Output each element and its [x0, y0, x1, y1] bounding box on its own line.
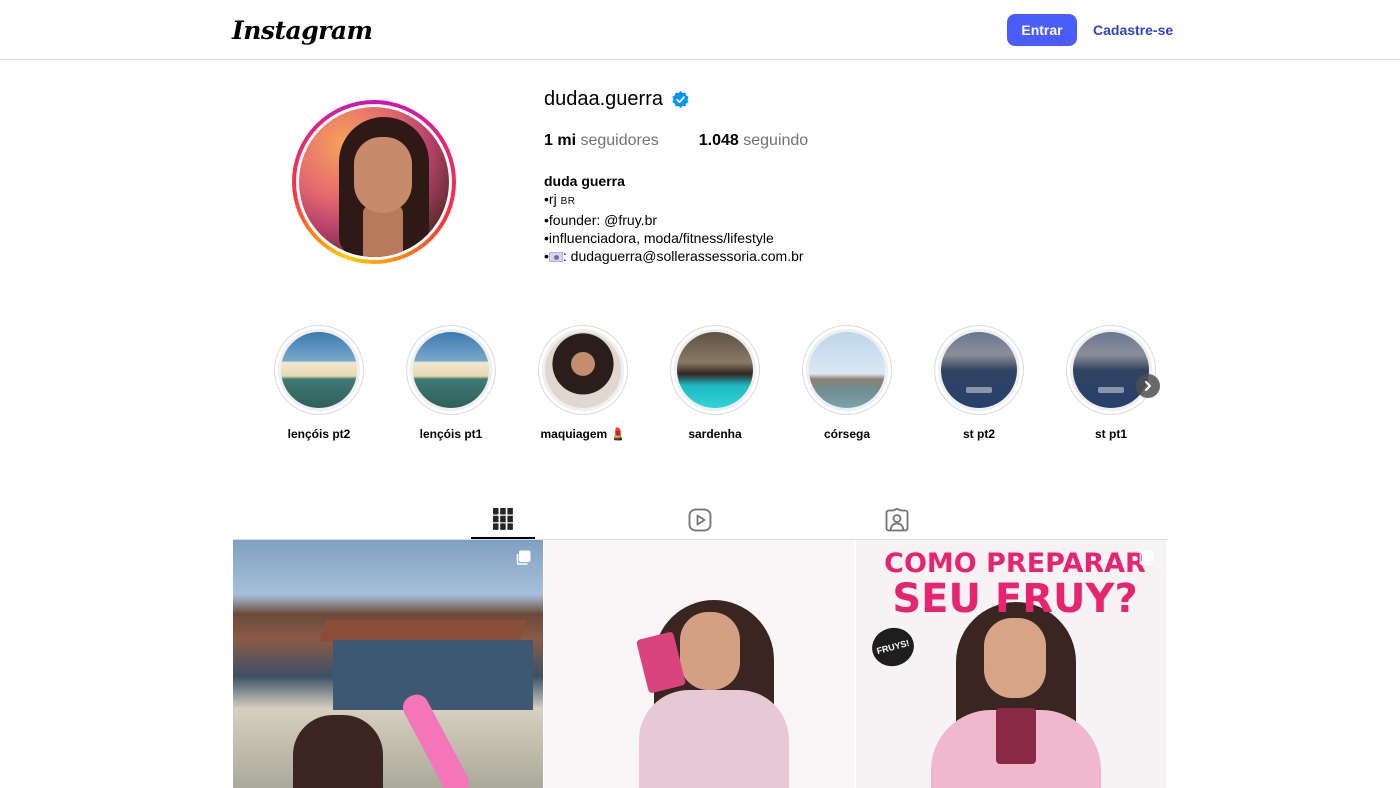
post-thumbnail[interactable] [544, 540, 854, 788]
post-badge: FRUYS! [867, 623, 919, 671]
post-overlay-title: COMO PREPARAR SEU FRUY? [870, 550, 1160, 619]
highlight-cover [545, 332, 621, 408]
highlight-item[interactable]: st pt2 [934, 325, 1024, 441]
bio-line-location: •rj BR [544, 190, 804, 211]
post-overlay-line-2: SEU FRUY? [892, 576, 1138, 622]
profile-stats: 1 mi seguidores 1.048 seguindo [544, 132, 808, 150]
highlight-label: st pt2 [962, 427, 995, 441]
highlight-label: lençóis pt2 [287, 427, 351, 441]
followers-label: seguidores [580, 132, 659, 149]
profile-full-name: duda guerra [544, 173, 625, 189]
highlight-cover [941, 332, 1017, 408]
followers-count: 1 mi [544, 132, 577, 149]
bio-line-occupation: •influenciadora, moda/fitness/lifestyle [544, 230, 774, 246]
tagged-icon [885, 507, 909, 531]
highlight-label: st pt1 [1094, 427, 1127, 441]
post-thumbnail[interactable]: COMO PREPARAR SEU FRUY? FRUYS! [856, 540, 1166, 788]
verified-badge-icon [672, 90, 689, 109]
bio-line-contact: •: dudaguerra@sollerassessoria.com.br [544, 247, 804, 265]
highlight-ring [1066, 325, 1156, 415]
avatar-image [299, 107, 449, 257]
country-flag-text: BR [560, 196, 576, 207]
instagram-logo[interactable]: Instagram [232, 16, 373, 45]
highlight-label: maquiagem 💄 [540, 427, 626, 441]
highlight-cover [677, 332, 753, 408]
bio-location-text: •rj [544, 191, 557, 207]
highlight-item[interactable]: córsega [802, 325, 892, 441]
story-highlights: lençóis pt2 lençóis pt1 maquiagem 💄 sard… [233, 325, 1167, 445]
tab-tagged[interactable] [865, 500, 929, 539]
highlight-label: lençóis pt1 [419, 427, 483, 441]
login-button[interactable]: Entrar [1007, 14, 1077, 46]
carousel-icon [516, 550, 531, 565]
highlight-ring [802, 325, 892, 415]
highlights-next-button[interactable] [1136, 374, 1160, 398]
tab-posts[interactable] [471, 500, 535, 539]
highlight-item[interactable]: lençóis pt1 [406, 325, 496, 441]
followers-stat[interactable]: 1 mi seguidores [544, 132, 659, 150]
highlight-ring [406, 325, 496, 415]
highlight-item[interactable]: lençóis pt2 [274, 325, 364, 441]
envelope-flag-icon [548, 252, 563, 262]
grid-icon [493, 507, 513, 530]
following-stat[interactable]: 1.048 seguindo [699, 132, 808, 150]
bio-contact-email: : dudaguerra@sollerassessoria.com.br [562, 248, 804, 264]
highlight-cover [1073, 332, 1149, 408]
highlight-label: córsega [823, 427, 871, 441]
highlight-item[interactable]: maquiagem 💄 [538, 325, 628, 441]
highlight-ring [670, 325, 760, 415]
highlight-ring [538, 325, 628, 415]
highlight-cover [809, 332, 885, 408]
profile-bio: duda guerra •rj BR •founder: @fruy.br •i… [544, 172, 804, 265]
following-count: 1.048 [698, 132, 739, 149]
avatar-border [296, 104, 452, 260]
highlight-ring [934, 325, 1024, 415]
bio-line-founder: •founder: @fruy.br [544, 212, 658, 228]
highlight-cover [281, 332, 357, 408]
signup-link[interactable]: Cadastre-se [1093, 22, 1173, 38]
carousel-icon [1139, 550, 1154, 565]
highlight-item[interactable]: sardenha [670, 325, 760, 441]
post-thumbnail[interactable] [233, 540, 543, 788]
username-row: dudaa.guerra [544, 88, 690, 111]
following-label: seguindo [743, 132, 809, 149]
highlight-cover [413, 332, 489, 408]
chevron-right-icon [1145, 381, 1151, 391]
post-overlay-line-1: COMO PREPARAR [884, 548, 1146, 579]
highlight-label: sardenha [688, 427, 742, 441]
reels-icon [688, 508, 712, 531]
top-navigation-bar: Instagram Entrar Cadastre-se [0, 0, 1400, 60]
highlight-ring [274, 325, 364, 415]
profile-username: dudaa.guerra [544, 88, 663, 110]
tab-reels[interactable] [668, 500, 732, 539]
profile-avatar[interactable] [292, 100, 456, 264]
